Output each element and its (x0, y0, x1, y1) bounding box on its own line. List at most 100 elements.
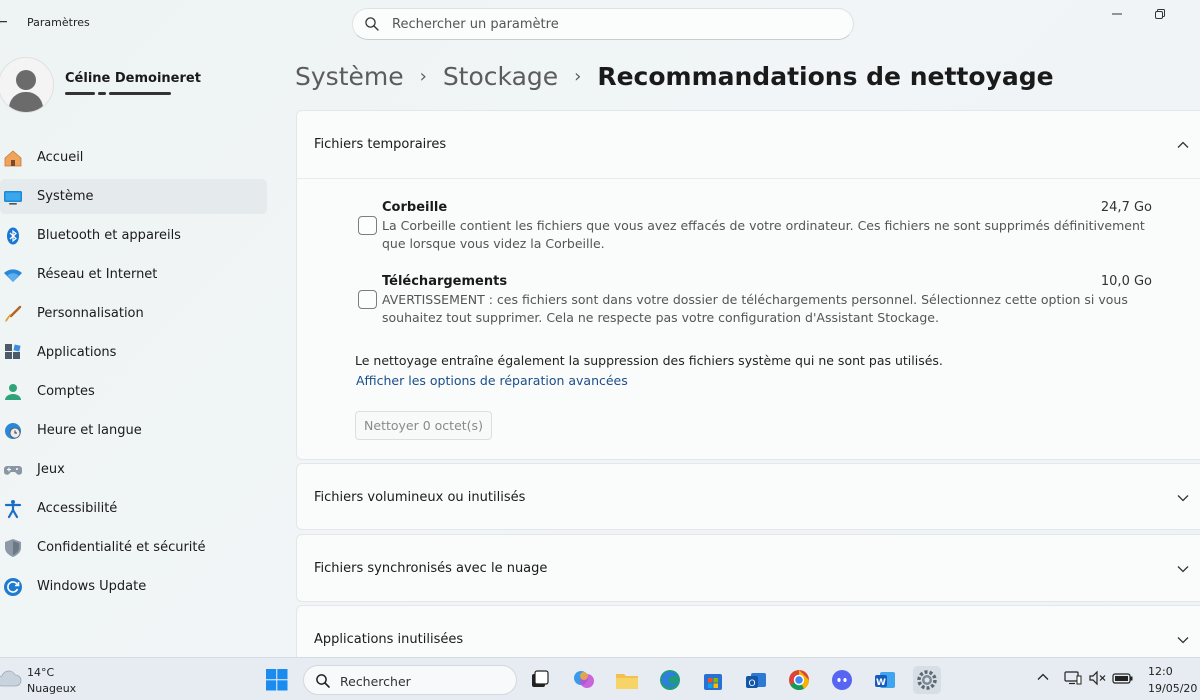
task-view-icon[interactable] (526, 666, 554, 694)
sidebar-item-label: Accessibilité (37, 501, 118, 516)
weather-temp[interactable]: 14°C (27, 666, 54, 679)
store-icon[interactable] (699, 666, 727, 694)
sidebar-item-label: Comptes (37, 384, 95, 399)
taskbar: 14°C Nuageux Rechercher O W 12:0 19/05/2… (0, 657, 1200, 700)
search-placeholder: Rechercher un paramètre (392, 17, 559, 32)
sidebar-item-heure-langue[interactable]: Heure et langue (0, 413, 267, 448)
breadcrumb: Système › Stockage › Recommandations de … (295, 56, 1054, 96)
brush-icon (3, 304, 23, 324)
sidebar-item-label: Accueil (37, 150, 84, 165)
corbeille-description: La Corbeille contient les fichiers que v… (382, 218, 1145, 251)
temp-files-section: Fichiers temporaires Corbeille 24,7 Go L… (296, 110, 1200, 460)
file-explorer-icon[interactable] (613, 666, 641, 694)
chevron-up-icon[interactable] (1036, 670, 1050, 688)
outlook-icon[interactable]: O (742, 666, 770, 694)
sidebar-item-comptes[interactable]: Comptes (0, 374, 267, 409)
chevron-down-icon (1177, 637, 1189, 644)
sidebar-item-label: Applications (37, 345, 117, 360)
settings-gear-icon[interactable] (913, 666, 941, 694)
search-icon (365, 17, 379, 31)
sidebar-item-label: Réseau et Internet (37, 267, 158, 282)
sidebar-item-label: Système (37, 189, 94, 204)
settings-search-input[interactable]: Rechercher un paramètre (352, 8, 854, 40)
wifi-icon (3, 265, 23, 285)
volume-muted-icon[interactable] (1088, 670, 1106, 690)
section-title: Fichiers temporaires (314, 137, 447, 152)
telechargements-checkbox[interactable] (358, 290, 377, 309)
section-title: Fichiers volumineux ou inutilisés (314, 490, 526, 505)
minimize-icon (1112, 13, 1122, 15)
word-icon[interactable]: W (871, 666, 899, 694)
telechargements-size: 10,0 Go (1100, 274, 1152, 289)
apps-icon (3, 343, 23, 363)
shield-icon (3, 538, 23, 558)
clock-globe-icon (3, 421, 23, 441)
title-bar: ← Paramètres Rechercher un paramètre (0, 0, 1200, 46)
sidebar-item-jeux[interactable]: Jeux (0, 452, 267, 487)
section-title: Fichiers synchronisés avec le nuage (314, 561, 548, 576)
bluetooth-icon (3, 226, 23, 246)
unused-apps-section[interactable]: Applications inutilisées (296, 605, 1200, 665)
restore-button[interactable] (1150, 8, 1170, 23)
cloud-icon[interactable] (0, 670, 22, 688)
avatar-body (9, 92, 43, 112)
network-icon[interactable] (1064, 670, 1082, 690)
avatar[interactable] (0, 57, 54, 113)
user-name: Céline Demoineret (65, 71, 201, 86)
sidebar-item-accessibilite[interactable]: Accessibilité (0, 491, 267, 526)
telechargements-description: AVERTISSEMENT : ces fichiers sont dans v… (382, 292, 1128, 325)
sidebar-item-label: Jeux (37, 462, 65, 477)
person-icon (3, 382, 23, 402)
section-divider (297, 178, 1200, 179)
copilot-icon[interactable] (570, 666, 598, 694)
monitor-icon (3, 187, 23, 207)
breadcrumb-systeme[interactable]: Système (295, 62, 404, 91)
cloud-files-section[interactable]: Fichiers synchronisés avec le nuage (296, 534, 1200, 602)
restore-icon (1155, 9, 1165, 19)
breadcrumb-stockage[interactable]: Stockage (443, 62, 558, 91)
battery-icon[interactable] (1112, 670, 1134, 690)
edge-icon[interactable] (656, 666, 684, 694)
clock-time[interactable]: 12:0 (1148, 665, 1173, 678)
svg-text:W: W (876, 678, 886, 688)
sidebar-item-label: Confidentialité et sécurité (37, 540, 206, 555)
avatar-head (16, 70, 36, 90)
page-title: Recommandations de nettoyage (597, 61, 1054, 91)
corbeille-checkbox[interactable] (358, 216, 377, 235)
update-icon (3, 577, 23, 597)
sidebar-item-systeme[interactable]: Système (0, 179, 267, 214)
windows-start-icon[interactable] (266, 669, 288, 691)
large-files-section[interactable]: Fichiers volumineux ou inutilisés (296, 463, 1200, 530)
sidebar-item-personnalisation[interactable]: Personnalisation (0, 296, 267, 331)
clean-button[interactable]: Nettoyer 0 octet(s) (355, 411, 492, 440)
chevron-down-icon (1177, 566, 1189, 573)
sidebar-item-bluetooth[interactable]: Bluetooth et appareils (0, 218, 267, 253)
sidebar-item-windows-update[interactable]: Windows Update (0, 569, 267, 604)
search-icon (316, 674, 330, 688)
temp-files-header[interactable]: Fichiers temporaires (297, 111, 1200, 178)
user-email-redacted (65, 92, 177, 98)
sidebar-item-applications[interactable]: Applications (0, 335, 267, 370)
sidebar-item-label: Windows Update (37, 579, 147, 594)
corbeille-size: 24,7 Go (1100, 200, 1152, 215)
sidebar-item-accueil[interactable]: Accueil (0, 140, 267, 175)
clock-date[interactable]: 19/05/20 (1148, 682, 1197, 695)
cleanup-note: Le nettoyage entraîne également la suppr… (355, 353, 943, 368)
telechargements-title: Téléchargements (382, 274, 508, 289)
sidebar-item-reseau[interactable]: Réseau et Internet (0, 257, 267, 292)
discord-icon[interactable] (828, 666, 856, 694)
chevron-down-icon (1177, 495, 1189, 502)
minimize-button[interactable] (1107, 8, 1127, 23)
chevron-up-icon (1177, 141, 1189, 148)
sidebar-item-confidentialite[interactable]: Confidentialité et sécurité (0, 530, 267, 565)
back-arrow-icon[interactable]: ← (0, 14, 8, 30)
weather-desc[interactable]: Nuageux (27, 682, 76, 695)
advanced-repair-link[interactable]: Afficher les options de réparation avanc… (356, 373, 628, 388)
corbeille-title: Corbeille (382, 200, 448, 215)
chrome-icon[interactable] (785, 666, 813, 694)
svg-text:O: O (748, 679, 755, 689)
chevron-right-icon: › (574, 65, 582, 87)
taskbar-search[interactable]: Rechercher (303, 665, 517, 695)
chevron-right-icon: › (419, 65, 427, 87)
section-title: Applications inutilisées (314, 632, 464, 647)
